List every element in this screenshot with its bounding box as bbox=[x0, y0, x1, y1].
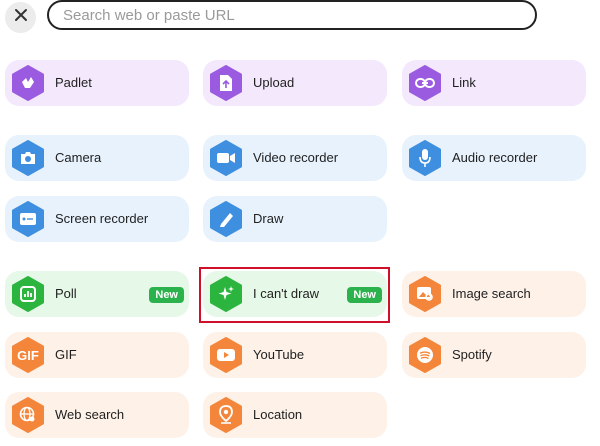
padlet-tile[interactable]: Padlet bbox=[5, 60, 189, 106]
video-recorder-tile[interactable]: Video recorder bbox=[203, 135, 387, 181]
spotify-tile[interactable]: Spotify bbox=[402, 332, 586, 378]
link-icon bbox=[407, 65, 443, 101]
padlet-label: Padlet bbox=[55, 75, 92, 90]
search-input[interactable] bbox=[47, 0, 537, 30]
pencil-icon bbox=[208, 201, 244, 237]
audio-recorder-label: Audio recorder bbox=[452, 150, 538, 165]
image-search-tile[interactable]: Image search bbox=[402, 271, 586, 317]
image-search-label: Image search bbox=[452, 286, 531, 301]
close-button[interactable] bbox=[5, 2, 36, 33]
image-search-icon bbox=[407, 276, 443, 312]
close-icon bbox=[14, 8, 28, 27]
audio-recorder-tile[interactable]: Audio recorder bbox=[402, 135, 586, 181]
location-label: Location bbox=[253, 407, 303, 422]
camera-tile[interactable]: Camera bbox=[5, 135, 189, 181]
video-camera-icon bbox=[208, 140, 244, 176]
link-label: Link bbox=[452, 75, 476, 90]
link-tile[interactable]: Link bbox=[402, 60, 586, 106]
poll-label: Poll bbox=[55, 286, 77, 301]
draw-tile[interactable]: Draw bbox=[203, 196, 387, 242]
screen-recorder-tile[interactable]: Screen recorder bbox=[5, 196, 189, 242]
highlight-box bbox=[199, 267, 390, 323]
location-tile[interactable]: Location bbox=[203, 392, 387, 438]
upload-icon bbox=[208, 65, 244, 101]
video-recorder-label: Video recorder bbox=[253, 150, 339, 165]
web-search-tile[interactable]: Web search bbox=[5, 392, 189, 438]
screen-recorder-label: Screen recorder bbox=[55, 211, 149, 226]
camera-label: Camera bbox=[55, 150, 102, 165]
camera-icon bbox=[10, 140, 46, 176]
draw-label: Draw bbox=[253, 211, 284, 226]
youtube-icon bbox=[208, 337, 244, 373]
upload-tile[interactable]: Upload bbox=[203, 60, 387, 106]
location-pin-icon bbox=[208, 397, 244, 433]
new-badge: New bbox=[149, 287, 184, 303]
upload-label: Upload bbox=[253, 75, 295, 90]
poll-icon bbox=[10, 276, 46, 312]
youtube-label: YouTube bbox=[253, 347, 305, 362]
poll-tile[interactable]: Poll New bbox=[5, 271, 189, 317]
spotify-label: Spotify bbox=[452, 347, 492, 362]
spotify-icon bbox=[407, 337, 443, 373]
padlet-bird-icon bbox=[10, 65, 46, 101]
gif-icon: GIF bbox=[10, 337, 46, 373]
gif-tile[interactable]: GIF GIF bbox=[5, 332, 189, 378]
screen-recorder-icon bbox=[10, 201, 46, 237]
microphone-icon bbox=[407, 140, 443, 176]
web-search-label: Web search bbox=[55, 407, 125, 422]
youtube-tile[interactable]: YouTube bbox=[203, 332, 387, 378]
gif-label: GIF bbox=[55, 347, 77, 362]
globe-icon bbox=[10, 397, 46, 433]
